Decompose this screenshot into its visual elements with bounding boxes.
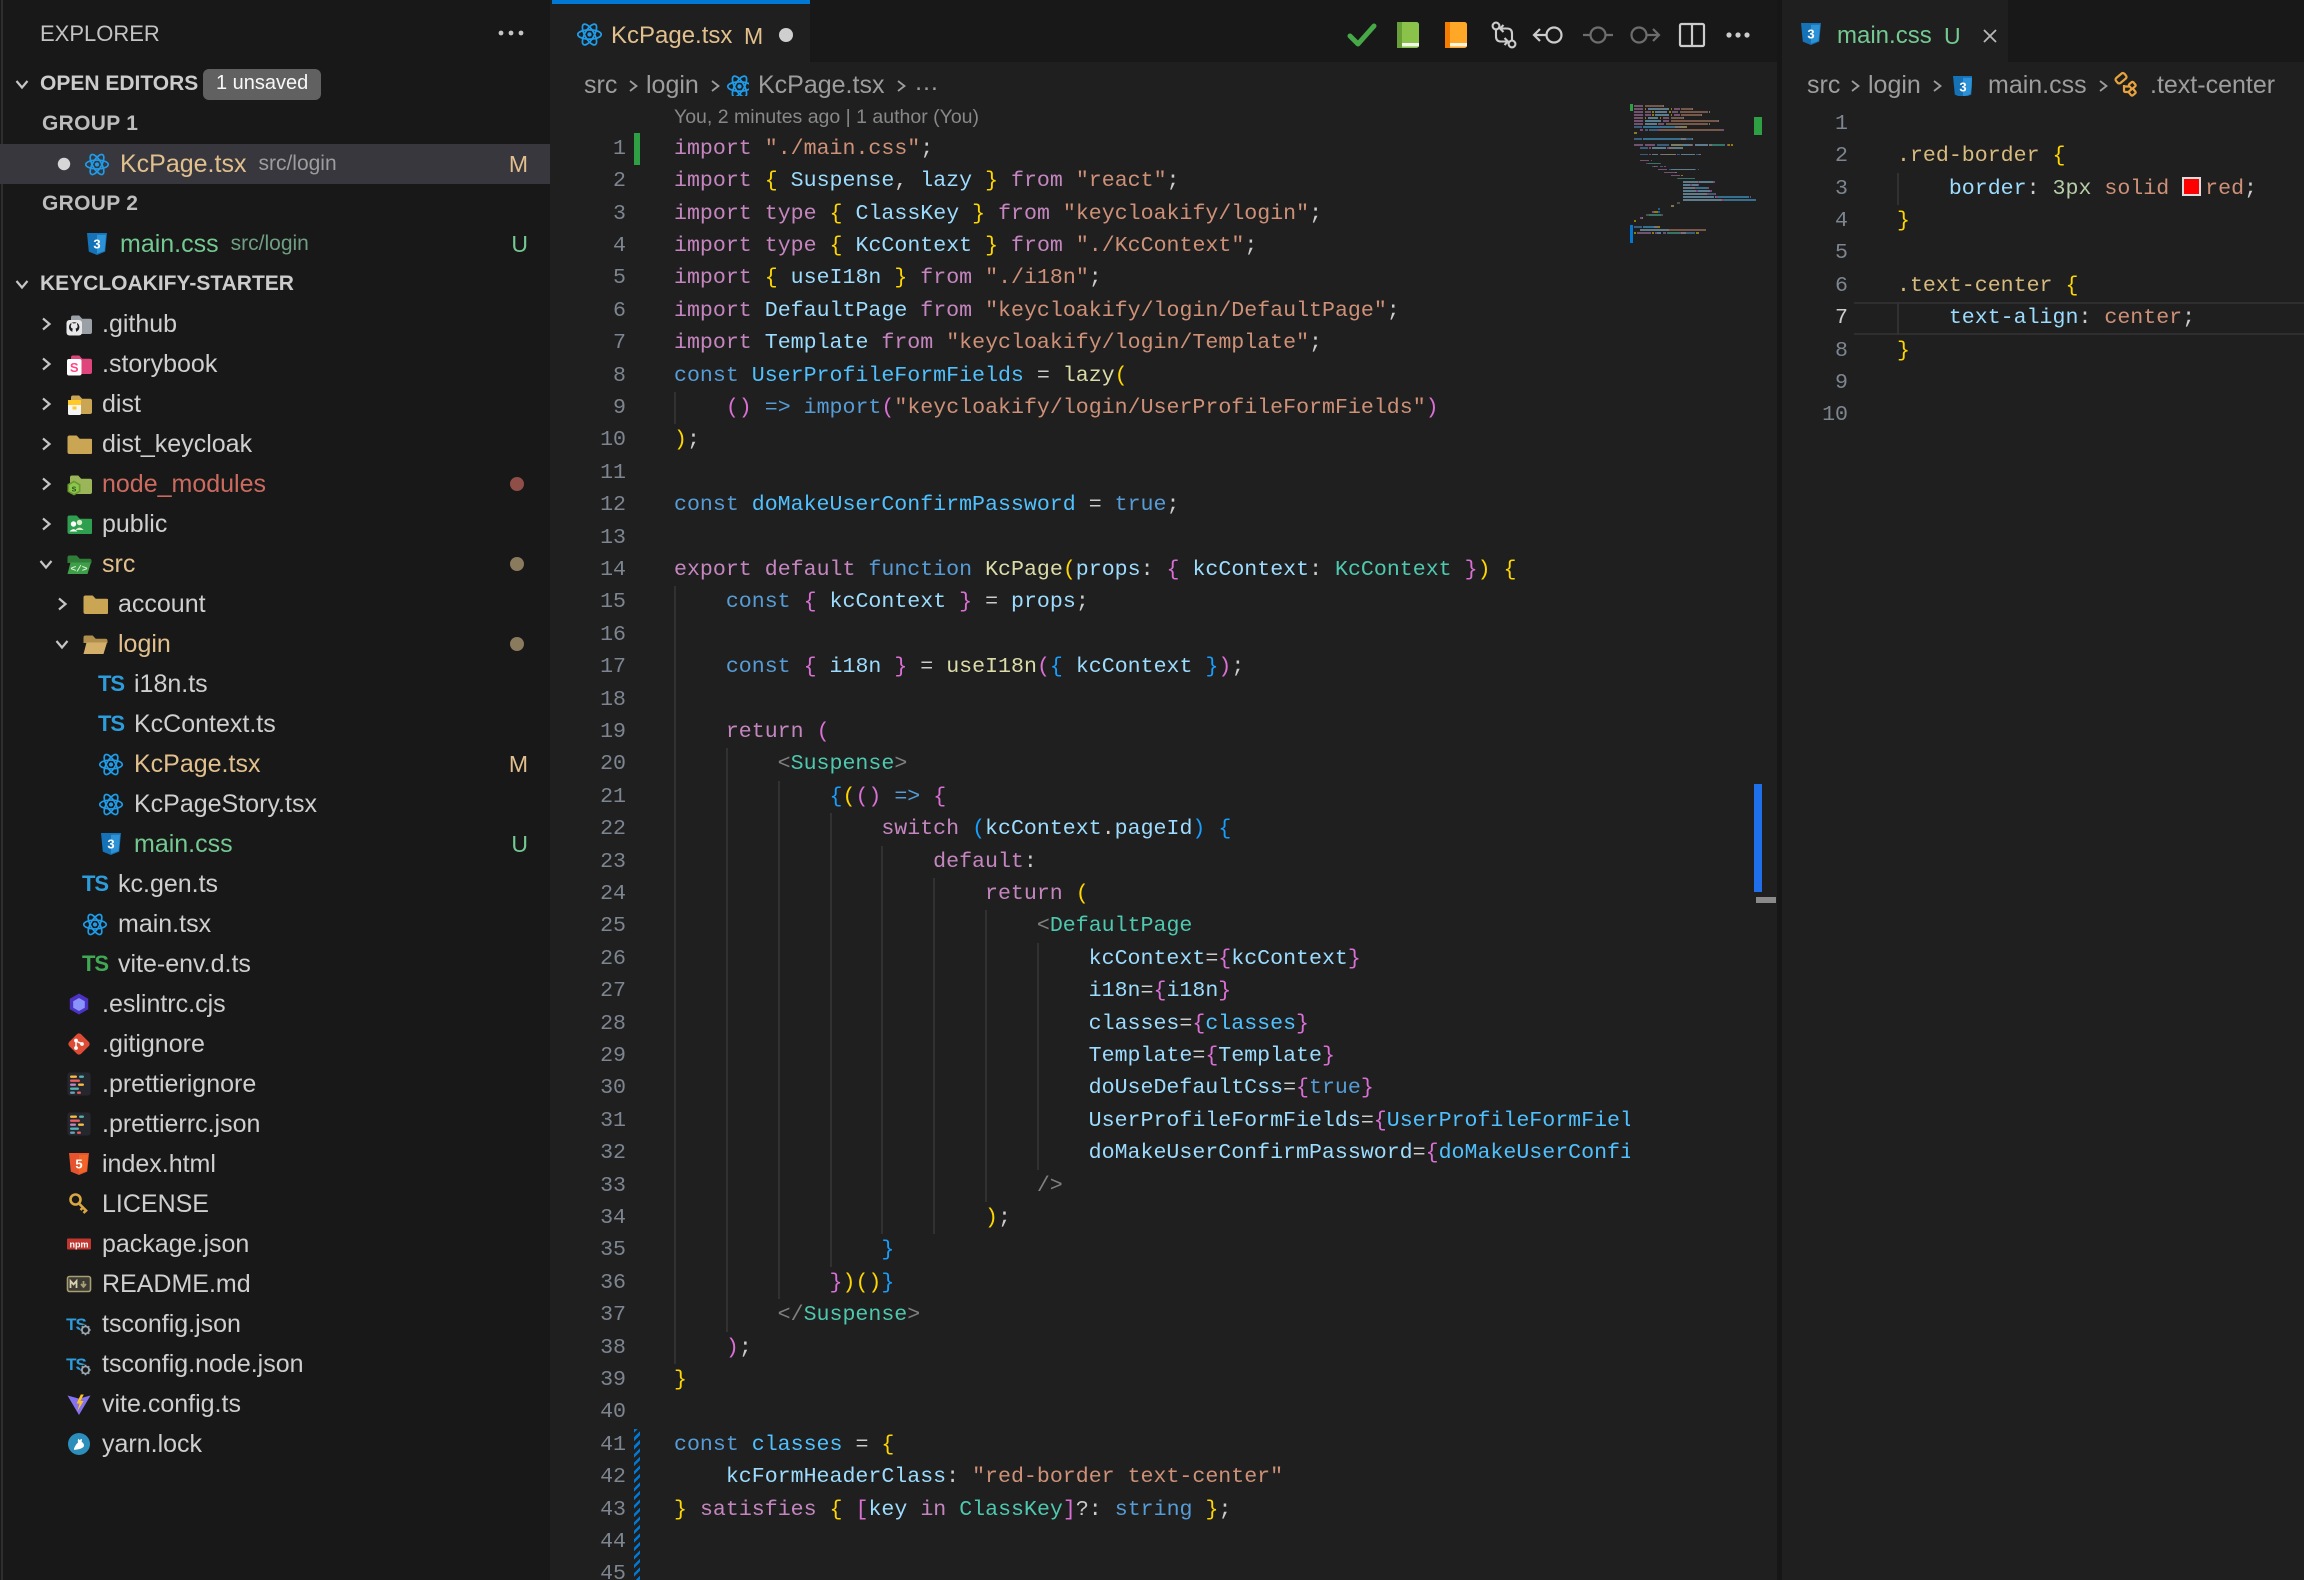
svg-text:npm: npm	[70, 1240, 89, 1250]
svg-text:s: s	[71, 484, 76, 494]
svg-text:3: 3	[1807, 27, 1814, 42]
svg-text:S: S	[70, 360, 79, 375]
svg-text:5: 5	[75, 1157, 82, 1172]
svg-text:</>: </>	[70, 564, 87, 575]
svg-text:3: 3	[107, 837, 114, 852]
svg-text:3: 3	[93, 237, 100, 252]
